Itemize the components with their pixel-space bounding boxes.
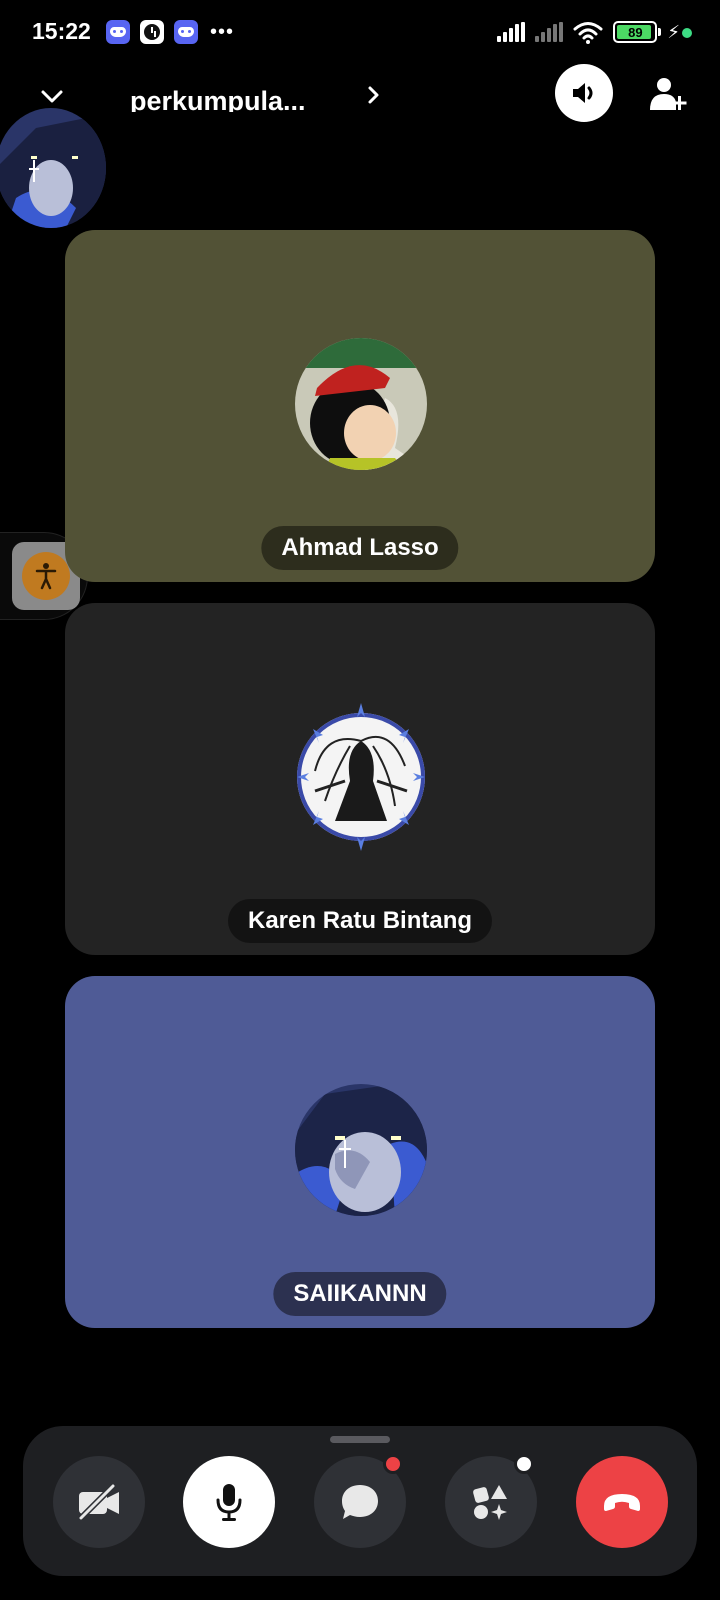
charging-icon: ⚡ — [667, 21, 680, 42]
participant-tile[interactable]: Ahmad Lasso — [65, 230, 655, 582]
battery-icon: 89 — [613, 21, 662, 43]
hang-up-icon — [604, 1494, 640, 1511]
participant-name-label: SAIIKANNN — [273, 1272, 447, 1316]
chat-notification-badge — [383, 1454, 403, 1474]
system-icons: 89 ⚡ — [497, 20, 680, 44]
microphone-button[interactable] — [183, 1456, 275, 1548]
participant-name-label: Karen Ratu Bintang — [227, 899, 493, 943]
status-bar: 15:22 ••• 89 ⚡ — [0, 0, 720, 64]
notification-icons: ••• — [106, 20, 234, 44]
speaker-button[interactable] — [555, 64, 613, 122]
accessibility-icon — [35, 563, 57, 590]
chevron-right-icon[interactable] — [362, 80, 386, 110]
hang-up-button[interactable] — [576, 1456, 668, 1548]
signal-icon — [497, 22, 526, 42]
participant-tile[interactable]: SAIIKANNN — [65, 976, 655, 1328]
signal-2-icon — [535, 22, 564, 42]
speaker-icon — [573, 83, 593, 103]
battery-level: 89 — [628, 24, 643, 40]
chat-icon — [342, 1485, 378, 1519]
discord-icon — [174, 20, 198, 44]
participant-avatar — [295, 1084, 427, 1216]
discord-icon — [106, 20, 130, 44]
call-header: perkumpula... — [0, 64, 720, 134]
drag-handle[interactable] — [330, 1436, 390, 1443]
participant-name-label: Ahmad Lasso — [261, 526, 459, 570]
participant-avatar — [295, 338, 427, 470]
wifi-icon — [573, 22, 603, 44]
camera-off-icon — [78, 1484, 119, 1520]
activity-notification-badge — [514, 1454, 534, 1474]
self-avatar-floating[interactable] — [0, 108, 106, 228]
participant-tile[interactable]: Karen Ratu Bintang — [65, 603, 655, 955]
more-dots-icon: ••• — [210, 21, 235, 43]
microphone-icon — [216, 1484, 242, 1521]
add-user-icon[interactable] — [648, 76, 688, 112]
camera-toggle-button[interactable] — [53, 1456, 145, 1548]
call-control-bar — [23, 1426, 697, 1576]
clock-icon — [140, 20, 164, 44]
channel-name[interactable]: perkumpula... — [130, 86, 360, 112]
participant-avatar — [295, 703, 427, 851]
privacy-indicator-dot — [682, 28, 692, 38]
status-time: 15:22 — [32, 18, 91, 44]
activities-icon — [473, 1485, 507, 1520]
